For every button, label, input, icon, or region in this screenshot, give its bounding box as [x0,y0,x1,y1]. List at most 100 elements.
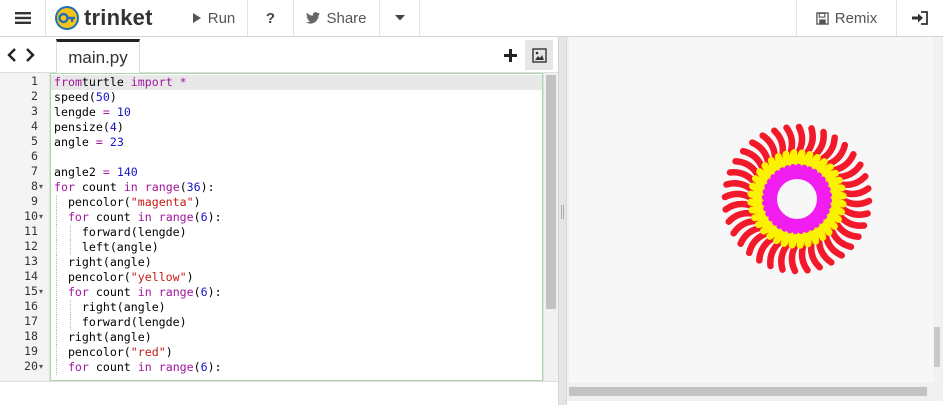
output-horizontal-scrollbar[interactable] [569,385,927,398]
code-line[interactable]: forward(lengde) [51,225,542,240]
line-number: 15 [24,284,38,298]
share-label: Share [326,9,367,27]
share-button[interactable]: Share [294,0,380,36]
output-hscroll-thumb[interactable] [569,387,927,396]
zigzag-stroke [774,153,784,174]
line-number: 10 [24,209,38,223]
fold-toggle-icon[interactable]: ▾ [39,284,49,299]
code-line[interactable]: for count in range(6): [51,210,542,225]
brand-logo[interactable]: trinket [46,0,180,36]
code-token: 140 [109,165,138,179]
output-vscroll-thumb[interactable] [934,327,940,367]
code-token: count [88,285,138,299]
output-vertical-scrollbar[interactable] [933,37,941,383]
code-line[interactable]: right(angle) [51,300,542,315]
more-options-button[interactable] [380,0,420,36]
login-button[interactable] [896,0,943,36]
code-line[interactable]: lengde = 10 [51,105,542,120]
fold-toggle-icon[interactable]: ▾ [39,209,49,224]
zigzag-stroke [747,198,767,209]
code-line-text: forward(lengde) [82,225,187,240]
line-number: 13 [24,254,38,268]
code-area[interactable]: 1 2 3 4 5 6 7 8 ▾ 9 10 ▾ 11 12 13 14 15 ▾ 16 17 18 19 20 ▾ from… [0,73,558,381]
help-label: ? [265,9,276,27]
code-token: 50 [95,90,110,104]
code-line-text: right(angle) [68,255,152,270]
line-number: 11 [24,224,38,238]
remix-label: Remix [834,9,878,27]
code-token: in [137,210,152,224]
code-token: ( [193,360,201,374]
code-line-text: fromturtle import * [54,75,187,90]
code-token: ( [179,180,187,194]
pane-splitter[interactable] [558,37,567,405]
add-file-button[interactable] [500,45,520,65]
code-line[interactable]: pencolor("red") [51,345,542,360]
code-token: count [88,360,138,374]
code-line[interactable]: for count in range(6): [51,360,542,375]
code-line[interactable]: right(angle) [51,255,542,270]
splitter-grip[interactable] [561,205,564,219]
code-line[interactable]: pencolor("yellow") [51,270,542,285]
code-line[interactable]: right(angle) [51,330,542,345]
fold-toggle-icon[interactable]: ▾ [39,179,49,194]
code-token: ) [193,195,201,209]
code-line[interactable]: for count in range(6): [51,285,542,300]
code-token: from [54,75,82,89]
code-line[interactable]: angle2 = 140 [51,165,542,180]
line-number: 4 [31,119,38,133]
indent-guide [56,360,57,375]
code-token: range [137,180,180,194]
code-line-text: pencolor("yellow") [68,270,194,285]
code-line[interactable]: for count in range(36): [51,180,542,195]
code-token: in [137,285,152,299]
line-number: 8 [31,179,38,193]
code-line[interactable] [51,150,542,165]
menu-button[interactable] [0,0,46,36]
code-line[interactable]: left(angle) [51,240,542,255]
code-line[interactable]: pensize(4) [51,120,542,135]
indent-guide [69,225,71,240]
indent-guide [56,330,57,345]
fold-toggle-icon[interactable]: ▾ [39,359,49,374]
code-token: forward(lengde) [81,315,187,329]
file-tab-main[interactable]: main.py [56,39,140,73]
editor-vertical-scrollbar[interactable] [543,73,558,381]
code-line[interactable]: fromturtle import * [51,75,542,90]
remix-button[interactable]: Remix [796,0,896,36]
code-line-text: pencolor("red") [68,345,173,360]
editor-footer [0,381,558,405]
chevron-right-icon[interactable] [24,47,36,63]
code-line[interactable]: angle = 23 [51,135,542,150]
view-assets-button[interactable] [525,40,553,70]
run-button[interactable]: Run [180,0,248,36]
indent-guide [56,270,57,285]
top-toolbar: trinket Run ? Share Remix [0,0,943,37]
code-token: right(angle) [67,255,152,269]
code-token: pensize( [54,120,110,134]
play-icon [192,13,201,23]
code-text[interactable]: fromturtle import * speed(50) lengde = 10 p… [50,73,543,381]
chevron-left-icon[interactable] [6,47,18,63]
code-line[interactable]: forward(lengde) [51,315,542,330]
code-token: "red" [130,345,166,359]
code-line[interactable]: speed(50) [51,90,542,105]
zigzag-stroke [796,229,807,249]
indent-guide [56,315,57,330]
code-editor-pane: main.py 1 2 3 4 5 6 7 8 ▾ 9 10 ▾ 11 12 13 14 15 ▾ 16 17 18 19… [0,37,558,405]
code-token: 6 [200,360,208,374]
code-line[interactable]: pencolor("magenta") [51,195,542,210]
code-line-text: speed(50) [54,90,117,105]
code-token: angle [54,135,96,149]
code-line-text: pensize(4) [54,120,124,135]
editor-scroll-thumb[interactable] [546,75,556,309]
code-token: ( [193,210,201,224]
turtle-drawing [721,123,873,275]
ring-stroke [790,217,799,235]
code-token: left(angle) [81,240,159,254]
help-button[interactable]: ? [248,0,294,36]
code-token: "magenta" [130,195,194,209]
code-line-text: pencolor("magenta") [68,195,201,210]
twitter-bird-icon [306,12,321,24]
flower-center [777,179,817,219]
